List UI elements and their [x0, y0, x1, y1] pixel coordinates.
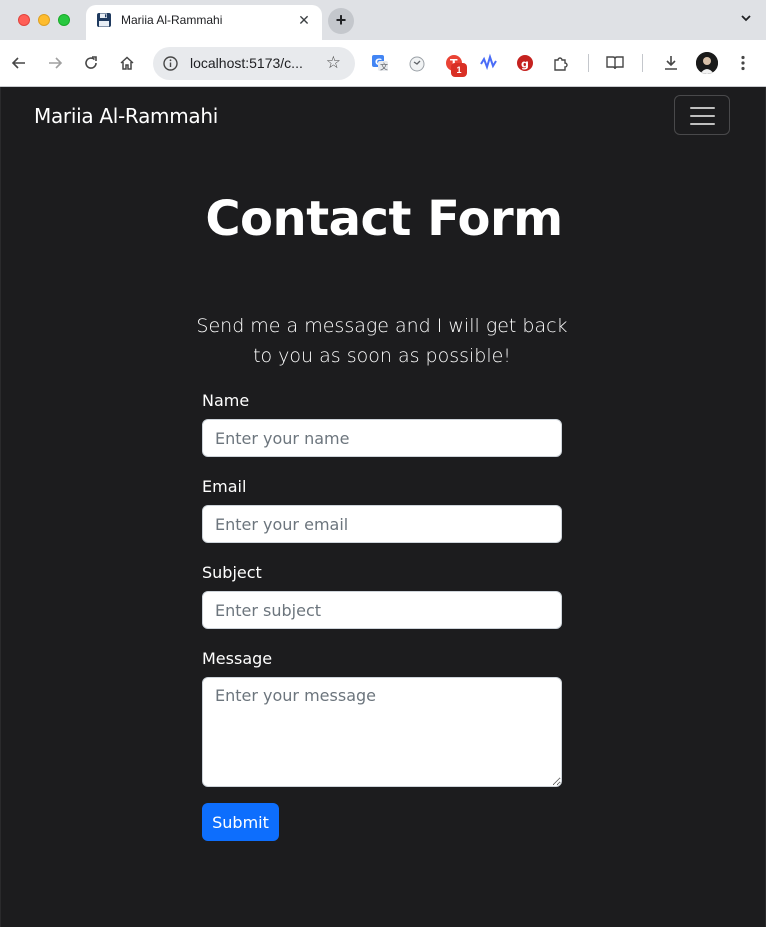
url-text[interactable]: localhost:5173/c... — [190, 55, 303, 71]
extension-icon[interactable]: g — [514, 52, 536, 74]
tab-title: Mariia Al-Rammahi — [121, 13, 223, 27]
google-translate-icon[interactable]: G文 — [369, 52, 391, 74]
message-label: Message — [202, 649, 273, 668]
svg-text:文: 文 — [380, 62, 388, 72]
tab-search-icon[interactable] — [736, 10, 756, 30]
toolbar-separator — [642, 54, 643, 72]
extension-icon[interactable] — [478, 52, 500, 74]
name-input[interactable] — [202, 419, 562, 457]
subject-input[interactable] — [202, 591, 562, 629]
navbar-toggler-button[interactable] — [674, 95, 730, 135]
browser-tab[interactable]: Mariia Al-Rammahi ✕ — [86, 5, 322, 40]
browser-toolbar: localhost:5173/c... ☆ G文 T g — [0, 40, 766, 87]
tab-strip: Mariia Al-Rammahi ✕ + — [0, 0, 766, 40]
new-tab-button[interactable]: + — [328, 8, 354, 34]
more-menu-icon[interactable] — [732, 52, 754, 74]
browser-chrome: Mariia Al-Rammahi ✕ + localhost:5173/c.. — [0, 0, 766, 87]
hamburger-menu-icon — [690, 115, 715, 117]
avatar[interactable] — [696, 52, 718, 74]
puzzle-icon[interactable] — [550, 52, 572, 74]
message-textarea[interactable] — [202, 677, 562, 787]
maximize-window-button[interactable] — [58, 14, 70, 26]
hamburger-menu-icon — [690, 123, 715, 125]
download-icon[interactable] — [660, 52, 682, 74]
name-label: Name — [202, 391, 250, 410]
navbar-brand[interactable]: Mariia Al-Rammahi — [34, 104, 218, 128]
extension-icon[interactable] — [406, 52, 428, 74]
minimize-window-button[interactable] — [38, 14, 50, 26]
toolbar-separator — [588, 54, 589, 72]
subject-label: Subject — [202, 563, 262, 582]
site-info-icon[interactable] — [161, 54, 180, 73]
email-label: Email — [202, 477, 247, 496]
reading-list-icon[interactable] — [604, 52, 626, 74]
page-content: Mariia Al-Rammahi Contact Form Send me a… — [0, 87, 766, 927]
home-icon[interactable] — [116, 52, 138, 74]
submit-button[interactable]: Submit — [202, 803, 279, 841]
forward-icon[interactable] — [44, 52, 66, 74]
back-icon[interactable] — [8, 52, 30, 74]
lead-text: Send me a message and I will get back to… — [196, 315, 568, 367]
reload-icon[interactable] — [80, 52, 102, 74]
close-window-button[interactable] — [18, 14, 30, 26]
hamburger-menu-icon — [690, 107, 715, 109]
floppy-disk-icon — [97, 13, 111, 27]
page-title: Contact Form — [205, 191, 563, 247]
close-tab-icon[interactable]: ✕ — [294, 10, 314, 30]
svg-text:g: g — [521, 58, 529, 71]
email-input[interactable] — [202, 505, 562, 543]
address-bar[interactable]: localhost:5173/c... ☆ — [153, 47, 355, 80]
extension-badge: 1 — [451, 63, 467, 77]
bookmark-star-icon[interactable]: ☆ — [326, 53, 341, 73]
